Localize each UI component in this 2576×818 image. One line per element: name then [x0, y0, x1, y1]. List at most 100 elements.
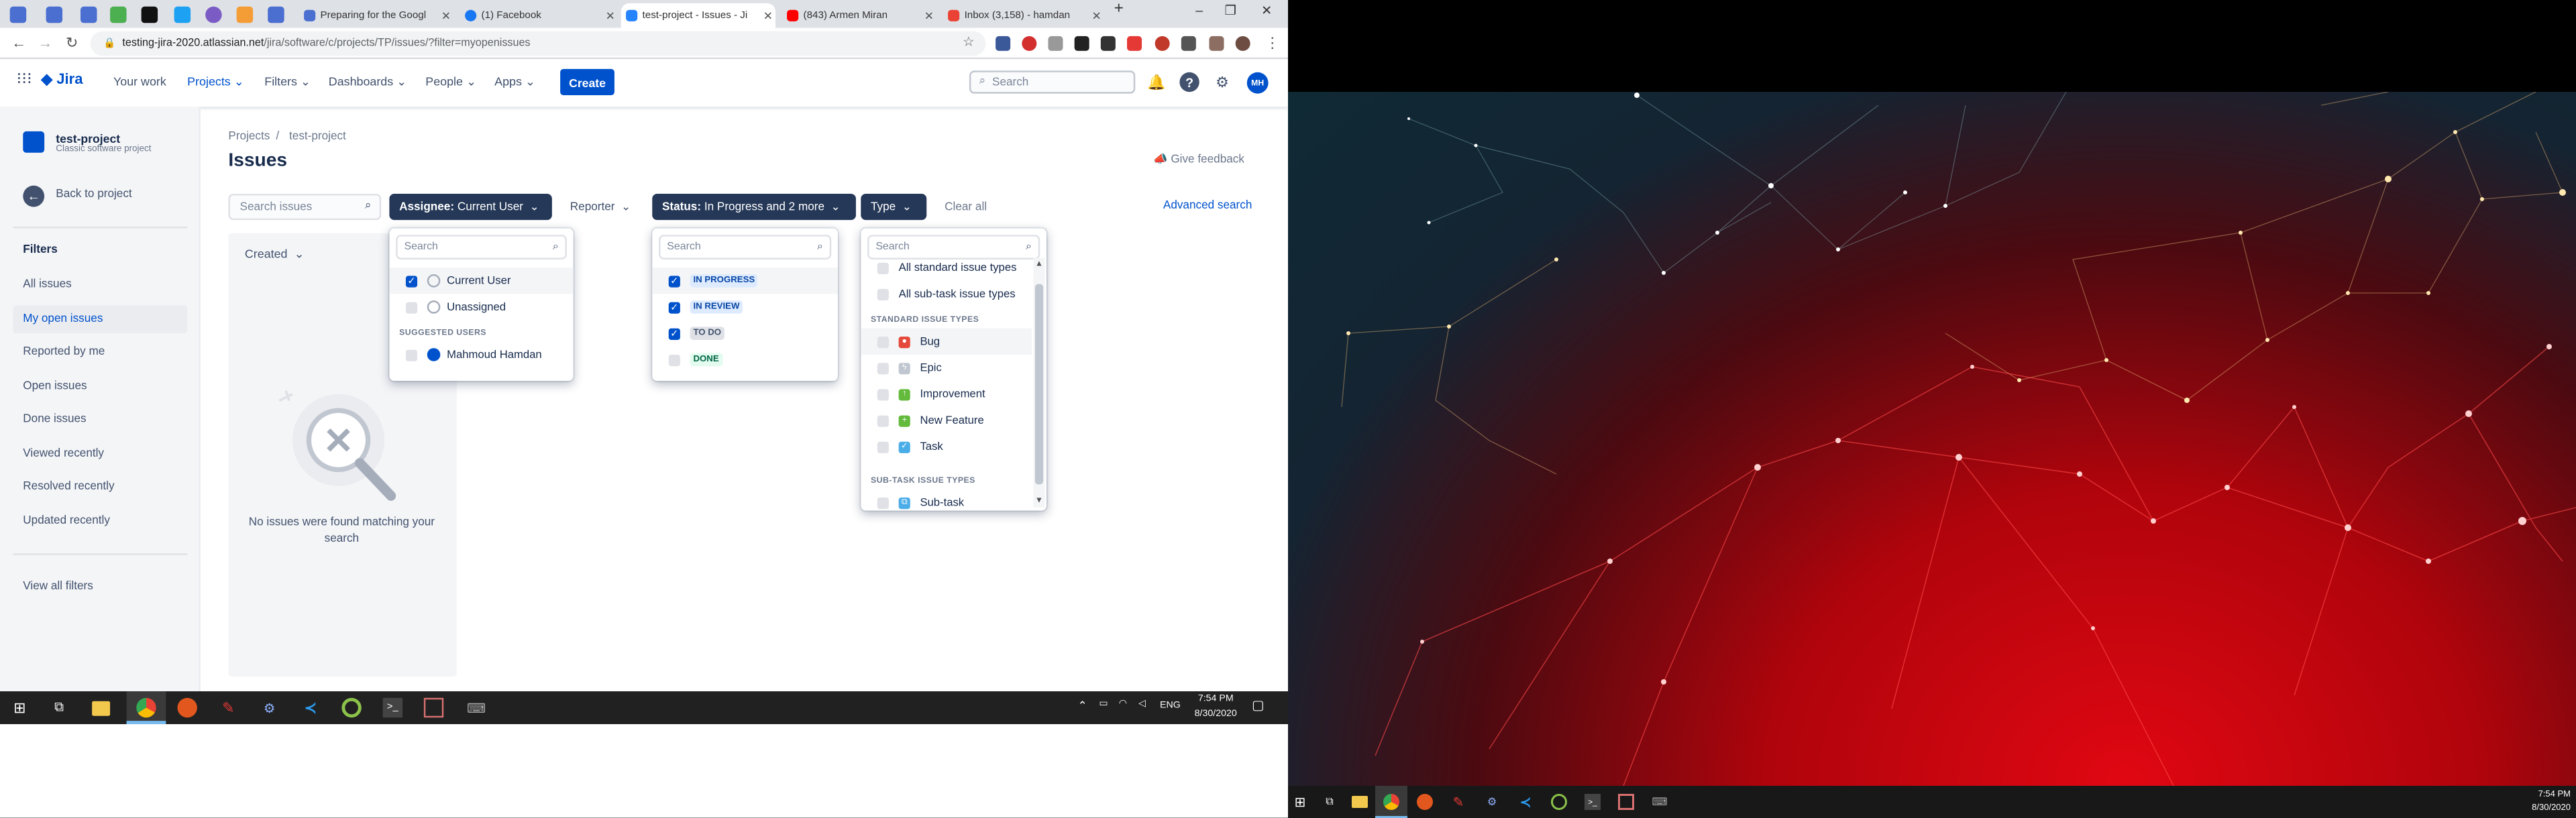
extension-icon[interactable]	[1048, 36, 1063, 51]
tab-google[interactable]: Preparing for the Googl ✕	[299, 3, 453, 28]
forward-arrow-icon[interactable]: →	[38, 34, 52, 50]
checkbox-checked[interactable]: ✓	[668, 301, 680, 313]
nav-people[interactable]: People ⌄	[425, 74, 476, 89]
close-icon[interactable]: ✕	[439, 9, 453, 22]
pinned-tab-link[interactable]	[9, 6, 27, 23]
nav-filters[interactable]: Filters ⌄	[264, 74, 311, 89]
checkbox[interactable]	[877, 362, 889, 374]
windows-start-icon[interactable]: ⊞	[10, 698, 30, 717]
taskbar-date[interactable]: 8/30/2020	[1186, 709, 1245, 719]
checkbox[interactable]	[877, 388, 889, 400]
checkbox-checked[interactable]: ✓	[668, 327, 680, 339]
type-option-bug[interactable]: ● Bug	[861, 328, 1032, 355]
chrome-icon[interactable]	[136, 697, 156, 718]
reporter-filter-button[interactable]: Reporter ⌄	[560, 193, 643, 221]
pinned-tab-link[interactable]	[268, 6, 284, 23]
status-filter-button[interactable]: Status: In Progress and 2 more ⌄	[652, 193, 856, 221]
user-avatar[interactable]: MH	[1246, 72, 1269, 94]
give-feedback-button[interactable]: 📣 Give feedback	[1153, 153, 1244, 166]
back-arrow-icon[interactable]: ←	[23, 185, 45, 207]
sidebar-item-open-issues[interactable]: Open issues	[23, 381, 87, 392]
browser-app-icon[interactable]	[177, 697, 197, 718]
checkbox[interactable]	[877, 496, 889, 508]
keyboard-icon[interactable]: ⌨	[1652, 794, 1668, 810]
close-icon[interactable]: ✕	[761, 9, 775, 22]
type-option-epic[interactable]: ϟ Epic	[861, 355, 1032, 381]
jira-search-input[interactable]: ⌕ Search	[969, 70, 1136, 94]
close-icon[interactable]: ✕	[922, 9, 936, 22]
close-icon[interactable]: ✕	[1089, 9, 1104, 22]
reload-icon[interactable]: ↻	[66, 34, 78, 52]
scrollbar[interactable]: ▲ ▼	[1033, 257, 1045, 508]
extension-icon[interactable]	[1022, 36, 1037, 51]
pen-app-icon[interactable]: ✎	[219, 698, 238, 717]
checkbox[interactable]	[405, 301, 418, 313]
network-app-icon[interactable]: ⚙	[1484, 794, 1500, 810]
assignee-option-unassigned[interactable]: Unassigned	[389, 294, 573, 320]
scroll-up-icon[interactable]: ▲	[1035, 259, 1043, 270]
windows-start-icon[interactable]: ⊞	[1292, 794, 1308, 810]
vscode-icon[interactable]: ≺	[1517, 794, 1534, 810]
notification-center-icon[interactable]: ▢	[1252, 698, 1265, 713]
volume-icon[interactable]: ◁	[1138, 699, 1146, 709]
app-icon[interactable]	[341, 697, 362, 718]
maximize-button[interactable]: ❐	[1216, 3, 1245, 18]
bookmark-star-icon[interactable]: ☆	[963, 34, 975, 49]
pinned-tab-link[interactable]	[46, 6, 63, 23]
terminal-icon[interactable]: >_	[382, 697, 403, 718]
nav-dashboards[interactable]: Dashboards ⌄	[329, 74, 407, 89]
type-filter-button[interactable]: Type ⌄	[861, 193, 927, 221]
task-view-icon[interactable]: ⧉	[1322, 794, 1338, 810]
wifi-icon[interactable]: ◠	[1119, 699, 1127, 709]
nav-apps[interactable]: Apps ⌄	[494, 74, 535, 89]
app-switcher-icon[interactable]: ⁝⁝⁝	[16, 70, 32, 89]
chrome-icon[interactable]	[1383, 794, 1399, 810]
assignee-option-mahmoud[interactable]: Mahmoud Hamdan	[389, 341, 573, 367]
breadcrumb-projects[interactable]: Projects	[228, 131, 270, 143]
vscode-icon[interactable]: ≺	[301, 698, 320, 717]
tab-facebook[interactable]: (1) Facebook ✕	[460, 3, 618, 28]
checkbox[interactable]	[405, 349, 418, 361]
clear-all-button[interactable]: Clear all	[934, 193, 1001, 221]
right-taskbar-time[interactable]: 7:54 PM	[2538, 788, 2571, 799]
type-option-all-standard[interactable]: All standard issue types	[861, 255, 1032, 281]
tab-youtube[interactable]: (843) Armen Miran ✕	[782, 3, 936, 28]
type-option-subtask[interactable]: ⧉ Sub-task	[861, 489, 1032, 511]
type-option-task[interactable]: ✓ Task	[861, 434, 1032, 460]
checkbox[interactable]	[877, 261, 889, 274]
breadcrumb-project[interactable]: test-project	[289, 131, 346, 143]
pinned-tab-app[interactable]	[205, 6, 222, 23]
network-app-icon[interactable]: ⚙	[260, 698, 279, 717]
checkbox-checked[interactable]: ✓	[668, 275, 680, 287]
notifications-icon[interactable]: 🔔	[1146, 72, 1166, 92]
assignee-search-input[interactable]: Search ⌕	[396, 235, 567, 259]
app-icon[interactable]	[1551, 794, 1567, 810]
type-option-improvement[interactable]: ↑ Improvement	[861, 381, 1032, 407]
profile-avatar[interactable]	[1235, 36, 1250, 51]
view-all-filters-link[interactable]: View all filters	[23, 581, 93, 593]
pinned-tab-medium[interactable]	[141, 6, 158, 23]
assignee-filter-button[interactable]: Assignee: Current User ⌄	[389, 193, 552, 221]
extension-icon[interactable]	[1074, 36, 1089, 51]
extension-icon[interactable]	[1209, 36, 1224, 51]
menu-dots-icon[interactable]: ⋮	[1265, 34, 1280, 52]
status-option-in-review[interactable]: ✓ IN REVIEW	[652, 294, 838, 320]
sidebar-item-reported-by-me[interactable]: Reported by me	[23, 347, 105, 358]
browser-app-icon[interactable]	[1417, 794, 1433, 810]
create-button[interactable]: Create	[560, 68, 614, 96]
checkbox[interactable]	[877, 441, 889, 453]
extension-icon[interactable]	[1100, 36, 1116, 51]
gear-icon[interactable]: ⚙	[1212, 72, 1232, 92]
checkbox[interactable]	[668, 353, 680, 365]
language-indicator[interactable]: ENG	[1160, 701, 1181, 711]
scrollbar-thumb[interactable]	[1034, 284, 1044, 485]
app-icon[interactable]	[1618, 794, 1634, 810]
issue-search-input[interactable]: Search issues ⌕	[228, 193, 382, 221]
sidebar-item-updated-recently[interactable]: Updated recently	[23, 516, 110, 527]
assignee-option-current-user[interactable]: ✓ Current User	[389, 268, 574, 294]
sidebar-item-viewed-recently[interactable]: Viewed recently	[23, 449, 104, 460]
advanced-search-link[interactable]: Advanced search	[1163, 200, 1252, 212]
new-tab-button[interactable]: +	[1104, 0, 1134, 18]
back-to-project-link[interactable]: Back to project	[56, 189, 131, 200]
checkbox[interactable]	[877, 335, 889, 347]
